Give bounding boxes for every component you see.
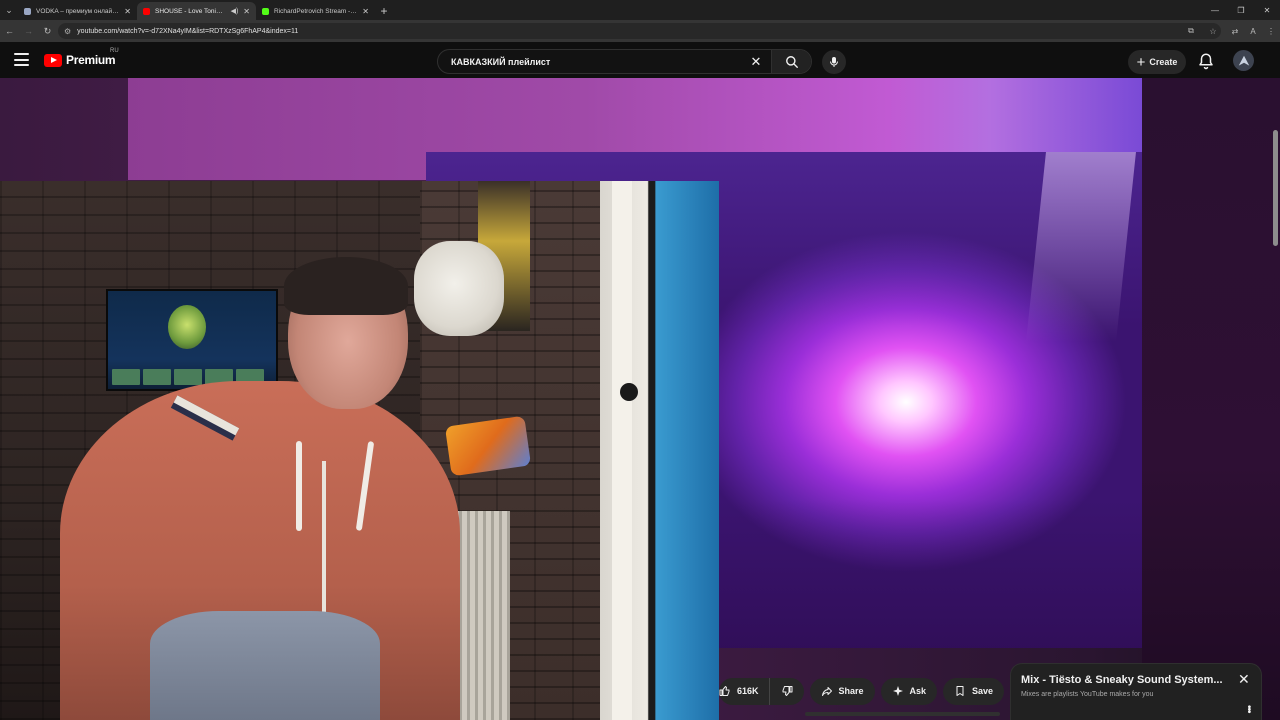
tab-close-icon[interactable]: ✕ [243, 7, 250, 16]
search-input[interactable]: КАВКАЗКИЙ плейлист [438, 57, 745, 67]
tab-shouse[interactable]: SHOUSE - Love Tonight (O ◀) ✕ [137, 2, 256, 20]
window-controls: — ❐ ✕ [1202, 0, 1280, 20]
white-bag [414, 241, 504, 336]
bookmark-icon [956, 686, 964, 696]
search-box[interactable]: КАВКАЗКИЙ плейлист ✕ [437, 49, 812, 74]
tab-vodka[interactable]: VODKA – премиум онлайн-кази ✕ [18, 2, 137, 20]
dislike-button[interactable] [770, 678, 804, 705]
close-icon[interactable]: ✕ [1238, 671, 1250, 688]
like-count: 616K [737, 686, 759, 696]
browser-extensions: ⇄ A ⋮ [1226, 20, 1280, 42]
open-in-app-icon[interactable]: ⧉ [1183, 26, 1199, 36]
tab-title: SHOUSE - Love Tonight (O [155, 7, 226, 15]
thumbs-down-icon [782, 686, 793, 696]
tab-title: VODKA – премиум онлайн-кази [36, 7, 119, 15]
window-close-icon[interactable]: ✕ [1254, 0, 1280, 20]
watch-page: 616K Share Ask Save ••• Mix - Tiësto & S… [0, 78, 1280, 720]
page-scrollbar[interactable]: ▲ [1270, 78, 1280, 720]
browser-menu-icon[interactable]: ⋮ [1262, 27, 1280, 36]
kebab-menu-icon[interactable]: ••• [1243, 705, 1254, 713]
ask-button[interactable]: Ask [880, 677, 938, 705]
youtube-masthead: Premium RU КАВКАЗКИЙ плейлист ✕ + Create [0, 42, 1280, 78]
notifications-bell-icon[interactable] [1197, 52, 1215, 70]
plus-icon: + [1136, 53, 1146, 71]
clear-search-icon[interactable]: ✕ [745, 54, 767, 70]
hoodie-cord [296, 441, 302, 531]
youtube-play-icon [44, 53, 62, 67]
reload-icon[interactable]: ↻ [38, 20, 57, 42]
create-button[interactable]: + Create [1128, 50, 1186, 74]
like-button[interactable]: 616K [719, 677, 770, 705]
tab-kick-stream[interactable]: RichardPetrovich Stream - Wat ✕ [256, 2, 375, 20]
tab-favicon [24, 7, 31, 15]
thumbs-up-icon [719, 686, 730, 696]
address-bar[interactable]: ⚙ youtube.com/watch?v=-d72XNa4yIM&list=R… [58, 23, 1221, 39]
share-label: Share [838, 686, 864, 696]
browser-tab-strip: ⌄ VODKA – премиум онлайн-кази ✕ SHOUSE -… [0, 0, 1280, 20]
guide-menu-icon[interactable] [14, 53, 29, 66]
window-knob [620, 383, 638, 401]
television [106, 289, 278, 391]
person-legs [150, 611, 380, 720]
restore-icon[interactable]: ❐ [1228, 0, 1254, 20]
translate-icon[interactable]: ⇄ [1226, 27, 1244, 36]
tab-title: RichardPetrovich Stream - Wat [274, 7, 358, 15]
bookmark-star-icon[interactable]: ☆ [1205, 27, 1221, 36]
speaker-icon[interactable]: ◀) [231, 7, 239, 15]
share-button[interactable]: Share [809, 677, 875, 705]
forward-icon[interactable]: → [19, 20, 38, 42]
description-edge [805, 712, 1000, 716]
account-avatar[interactable] [1233, 50, 1254, 71]
sparkle-icon [892, 686, 903, 696]
youtube-premium-logo[interactable]: Premium RU [44, 48, 119, 67]
site-info-icon[interactable]: ⚙ [64, 27, 71, 36]
microphone-icon [830, 57, 838, 67]
webcam-overlay [0, 181, 719, 720]
browser-toolbar: ← → ↻ ⚙ youtube.com/watch?v=-d72XNa4yIM&… [0, 20, 1280, 42]
search-button[interactable] [771, 50, 811, 73]
mix-playlist-panel: Mix - Tiësto & Sneaky Sound System... Mi… [1010, 663, 1262, 720]
scrollbar-thumb[interactable] [1273, 130, 1278, 246]
voice-search-button[interactable] [822, 50, 846, 74]
minimize-icon[interactable]: — [1202, 0, 1228, 20]
tab-close-icon[interactable]: ✕ [124, 7, 131, 16]
window-sash [612, 181, 632, 720]
person-hair [284, 257, 408, 315]
tv-character [168, 305, 206, 349]
tab-close-icon[interactable]: ✕ [362, 7, 369, 16]
region-code: RU [110, 48, 119, 54]
share-icon [821, 687, 832, 696]
new-tab-button[interactable]: + [375, 2, 393, 20]
like-dislike-group: 616K [719, 677, 804, 705]
profile-icon[interactable]: A [1244, 27, 1262, 36]
brand-text: Premium [66, 53, 116, 67]
save-label: Save [972, 686, 994, 696]
video-actions: 616K Share Ask Save ••• [719, 676, 1038, 706]
mix-title[interactable]: Mix - Tiësto & Sneaky Sound System... [1021, 674, 1233, 686]
mix-subtitle: Mixes are playlists YouTube makes for yo… [1021, 691, 1154, 698]
kick-favicon [262, 7, 269, 15]
save-button[interactable]: Save [943, 677, 1005, 705]
tab-search-button[interactable]: ⌄ [0, 0, 18, 20]
back-icon[interactable]: ← [0, 20, 19, 42]
url-text: youtube.com/watch?v=-d72XNa4yIM&list=RDT… [77, 27, 299, 35]
search-icon [785, 55, 798, 68]
ambient-glow [1142, 78, 1280, 720]
ask-label: Ask [909, 686, 927, 696]
create-label: Create [1149, 57, 1178, 67]
youtube-favicon [143, 7, 150, 15]
